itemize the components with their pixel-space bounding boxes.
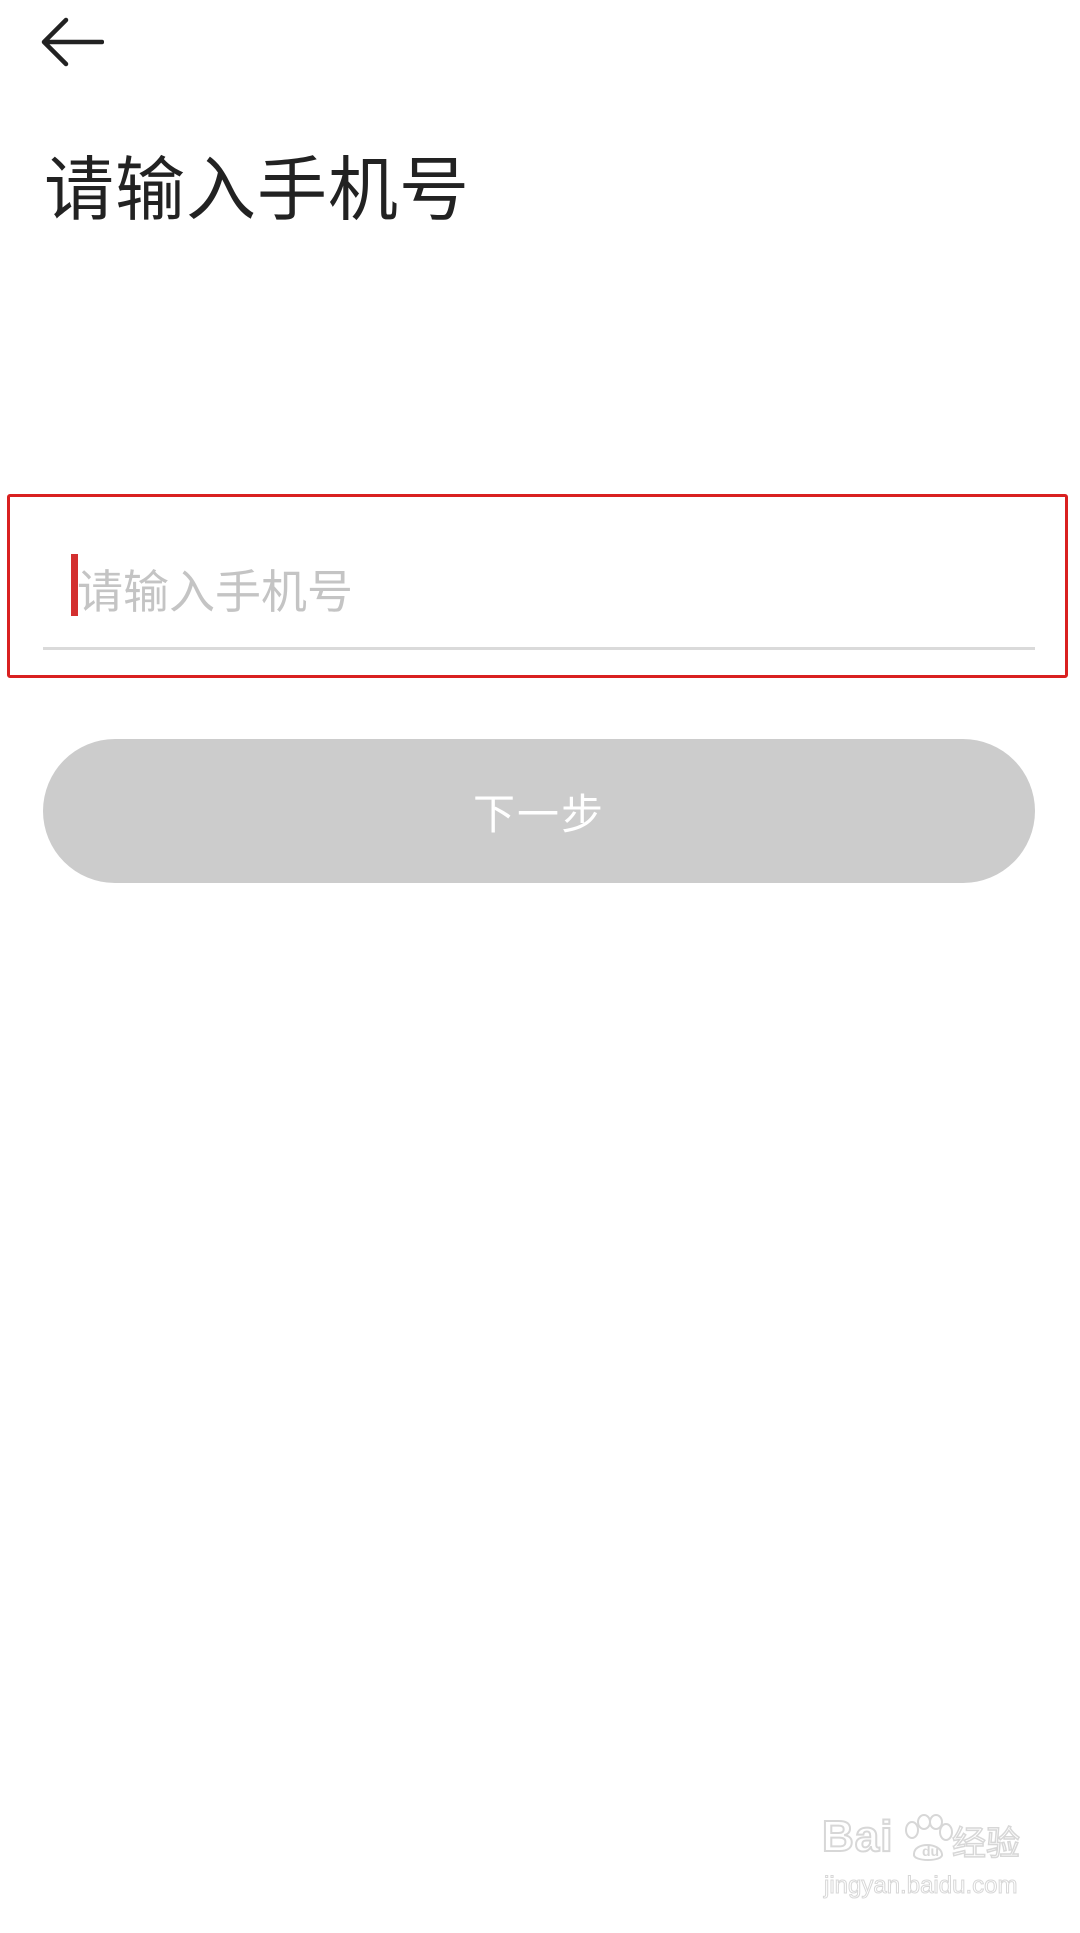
phone-input-field[interactable] (43, 540, 1035, 650)
next-step-button[interactable]: 下一步 (43, 739, 1035, 883)
phone-input[interactable] (73, 540, 1017, 644)
watermark-suffix: 经验 (951, 1823, 1021, 1865)
page-title: 请输入手机号 (44, 149, 470, 231)
watermark-brand: Bai (821, 1811, 894, 1862)
back-button[interactable] (36, 12, 118, 72)
baidu-jingyan-watermark: Bai du 经验 jingyan.baidu.com (821, 1811, 1022, 1912)
arrow-left-icon (36, 16, 104, 68)
paw-icon: du (900, 1814, 954, 1862)
watermark-url: jingyan.baidu.com (823, 1872, 1018, 1900)
svg-text:du: du (922, 1843, 939, 1859)
